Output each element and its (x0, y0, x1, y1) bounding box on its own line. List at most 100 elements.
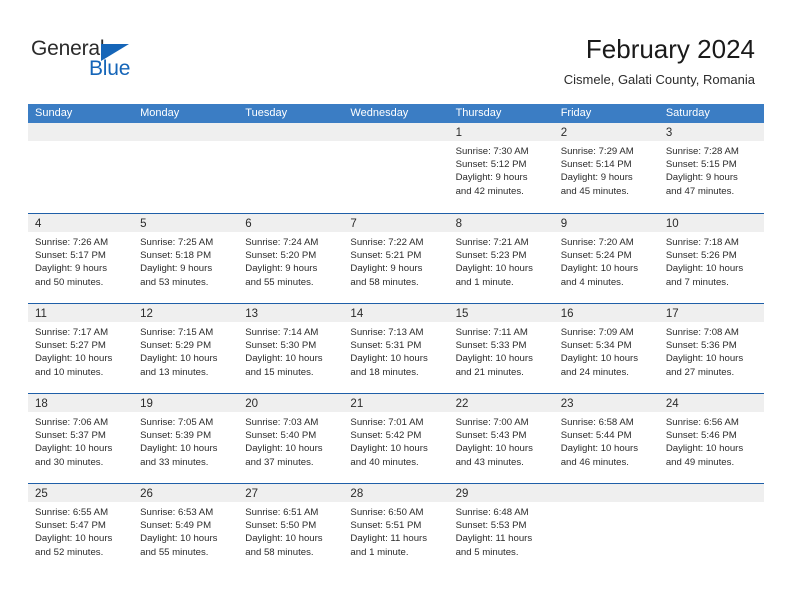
calendar-day-cell[interactable]: 15 Sunrise: 7:11 AM Sunset: 5:33 PM Dayligh… (448, 304, 554, 393)
calendar-day-cell[interactable]: 27 Sunrise: 6:51 AM Sunset: 5:50 PM Dayligh… (238, 484, 344, 573)
sunset-text: Sunset: 5:30 PM (245, 340, 317, 352)
day-number-strip: 6 (238, 214, 344, 232)
daylight-text-line1: Daylight: 9 hours (560, 172, 633, 184)
daylight-text-line1: Daylight: 10 hours (455, 443, 533, 455)
day-number: 15 (455, 308, 469, 320)
day-details: Sunrise: 7:21 AM Sunset: 5:23 PM Daylight:… (449, 232, 554, 289)
sunset-text: Sunset: 5:24 PM (560, 250, 632, 262)
daylight-text-line1: Daylight: 9 hours (350, 263, 423, 275)
calendar-day-cell[interactable]: 12 Sunrise: 7:15 AM Sunset: 5:29 PM Dayligh… (133, 304, 239, 393)
calendar-day-cell[interactable]: 8 Sunrise: 7:21 AM Sunset: 5:23 PM Daylight… (448, 214, 554, 303)
daylight-text-line2: and 52 minutes. (35, 546, 104, 558)
calendar-day-cell[interactable]: 18 Sunrise: 7:06 AM Sunset: 5:37 PM Dayligh… (28, 394, 134, 483)
daylight-text-line2: and 55 minutes. (245, 276, 314, 288)
day-number: 6 (245, 218, 252, 230)
sunset-text: Sunset: 5:29 PM (140, 340, 212, 352)
calendar-day-cell[interactable]: 4 Sunrise: 7:26 AM Sunset: 5:17 PM Daylight… (28, 214, 134, 303)
calendar-weeks: 1 Sunrise: 7:30 AM Sunset: 5:12 PM Daylight… (28, 123, 764, 573)
calendar-day-cell[interactable]: 6 Sunrise: 7:24 AM Sunset: 5:20 PM Daylight… (238, 214, 344, 303)
sunset-text: Sunset: 5:42 PM (350, 430, 422, 442)
daylight-text-line2: and 46 minutes. (560, 456, 629, 468)
sunset-text: Sunset: 5:37 PM (35, 430, 106, 442)
daylight-text-line1: Daylight: 10 hours (140, 533, 218, 545)
calendar-day-cell[interactable]: 16 Sunrise: 7:09 AM Sunset: 5:34 PM Dayligh… (553, 304, 659, 393)
sunset-text: Sunset: 5:50 PM (245, 520, 317, 532)
calendar-day-cell[interactable]: 1 Sunrise: 7:30 AM Sunset: 5:12 PM Daylight… (448, 123, 554, 213)
weekday-header-saturday: Saturday (665, 107, 710, 119)
daylight-text-line1: Daylight: 10 hours (560, 443, 639, 455)
calendar-day-cell[interactable]: 29 Sunrise: 6:48 AM Sunset: 5:53 PM Dayligh… (448, 484, 554, 573)
sunrise-text: Sunrise: 7:21 AM (455, 237, 529, 248)
day-number: 2 (560, 127, 568, 139)
daylight-text-line2: and 58 minutes. (245, 546, 314, 558)
calendar-day-cell[interactable]: 14 Sunrise: 7:13 AM Sunset: 5:31 PM Dayligh… (343, 304, 449, 393)
sunrise-text: Sunrise: 7:15 AM (140, 327, 214, 338)
calendar-day-cell[interactable]: 9 Sunrise: 7:20 AM Sunset: 5:24 PM Daylight… (553, 214, 659, 303)
day-number-strip: 12 (133, 304, 239, 322)
day-details: Sunrise: 6:58 AM Sunset: 5:44 PM Daylight:… (554, 412, 659, 469)
daylight-text-line2: and 37 minutes. (245, 456, 314, 468)
day-number: 26 (140, 488, 153, 500)
day-details: Sunrise: 7:03 AM Sunset: 5:40 PM Daylight:… (238, 412, 343, 469)
sunset-text: Sunset: 5:47 PM (35, 520, 106, 532)
calendar-day-cell[interactable]: 28 Sunrise: 6:50 AM Sunset: 5:51 PM Dayligh… (343, 484, 449, 573)
daylight-text-line1: Daylight: 10 hours (665, 443, 744, 455)
day-number: 19 (140, 398, 153, 410)
calendar-day-cell-empty (28, 123, 134, 213)
day-number-strip: 23 (553, 394, 659, 412)
sunset-text: Sunset: 5:17 PM (35, 250, 106, 262)
daylight-text-line1: Daylight: 10 hours (350, 353, 428, 365)
daylight-text-line2: and 1 minute. (455, 276, 514, 288)
calendar-day-cell-empty (553, 484, 659, 573)
calendar-day-cell[interactable]: 10 Sunrise: 7:18 AM Sunset: 5:26 PM Dayligh… (658, 214, 764, 303)
day-number-strip (238, 123, 344, 141)
title-block: February 2024 Cismele, Galati County, Ro… (564, 33, 755, 89)
calendar-day-cell[interactable]: 26 Sunrise: 6:53 AM Sunset: 5:49 PM Dayligh… (133, 484, 239, 573)
day-details: Sunrise: 7:30 AM Sunset: 5:12 PM Daylight:… (449, 141, 554, 198)
sunrise-text: Sunrise: 7:14 AM (245, 327, 319, 338)
daylight-text-line1: Daylight: 10 hours (665, 263, 744, 275)
calendar-week-row: 18 Sunrise: 7:06 AM Sunset: 5:37 PM Dayligh… (28, 393, 764, 483)
calendar-day-cell[interactable]: 17 Sunrise: 7:08 AM Sunset: 5:36 PM Dayligh… (658, 304, 764, 393)
calendar-day-cell[interactable]: 25 Sunrise: 6:55 AM Sunset: 5:47 PM Dayligh… (28, 484, 134, 573)
sunset-text: Sunset: 5:46 PM (665, 430, 737, 442)
calendar-day-cell[interactable]: 2 Sunrise: 7:29 AM Sunset: 5:14 PM Daylight… (553, 123, 659, 213)
daylight-text-line2: and 40 minutes. (350, 456, 419, 468)
calendar-grid: Sunday Monday Tuesday Wednesday Thursday… (28, 104, 764, 573)
day-number-strip: 19 (133, 394, 239, 412)
day-number-strip: 25 (28, 484, 134, 502)
daylight-text-line2: and 58 minutes. (350, 276, 419, 288)
calendar-day-cell[interactable]: 21 Sunrise: 7:01 AM Sunset: 5:42 PM Dayligh… (343, 394, 449, 483)
calendar-day-cell[interactable]: 19 Sunrise: 7:05 AM Sunset: 5:39 PM Dayligh… (133, 394, 239, 483)
day-number: 5 (140, 218, 147, 230)
day-number-strip: 14 (343, 304, 449, 322)
calendar-day-cell[interactable]: 5 Sunrise: 7:25 AM Sunset: 5:18 PM Daylight… (133, 214, 239, 303)
day-details: Sunrise: 6:56 AM Sunset: 5:46 PM Daylight:… (659, 412, 764, 469)
sunset-text: Sunset: 5:20 PM (245, 250, 317, 262)
sunset-text: Sunset: 5:49 PM (140, 520, 212, 532)
daylight-text-line1: Daylight: 10 hours (455, 263, 533, 275)
weekday-header-sunday: Sunday (35, 107, 73, 119)
sunset-text: Sunset: 5:15 PM (665, 159, 737, 171)
calendar-day-cell[interactable]: 3 Sunrise: 7:28 AM Sunset: 5:15 PM Daylight… (658, 123, 764, 213)
calendar-day-cell[interactable]: 13 Sunrise: 7:14 AM Sunset: 5:30 PM Dayligh… (238, 304, 344, 393)
day-number: 18 (35, 398, 48, 410)
calendar-week-row: 4 Sunrise: 7:26 AM Sunset: 5:17 PM Daylight… (28, 213, 764, 303)
calendar-day-cell[interactable]: 22 Sunrise: 7:00 AM Sunset: 5:43 PM Dayligh… (448, 394, 554, 483)
day-number-strip: 21 (343, 394, 449, 412)
calendar-day-cell[interactable]: 11 Sunrise: 7:17 AM Sunset: 5:27 PM Dayligh… (28, 304, 134, 393)
calendar-day-cell[interactable]: 7 Sunrise: 7:22 AM Sunset: 5:21 PM Daylight… (343, 214, 449, 303)
page-subtitle: Cismele, Galati County, Romania (563, 72, 755, 87)
calendar-day-cell[interactable]: 20 Sunrise: 7:03 AM Sunset: 5:40 PM Dayligh… (238, 394, 344, 483)
daylight-text-line1: Daylight: 10 hours (245, 533, 323, 545)
calendar-day-cell[interactable]: 23 Sunrise: 6:58 AM Sunset: 5:44 PM Dayligh… (553, 394, 659, 483)
day-details: Sunrise: 7:14 AM Sunset: 5:30 PM Daylight:… (238, 322, 343, 379)
day-number-strip (133, 123, 239, 141)
day-details: Sunrise: 7:09 AM Sunset: 5:34 PM Daylight:… (554, 322, 659, 379)
calendar-day-cell[interactable]: 24 Sunrise: 6:56 AM Sunset: 5:46 PM Dayligh… (658, 394, 764, 483)
sunrise-text: Sunrise: 7:13 AM (350, 327, 424, 338)
calendar-week-row: 11 Sunrise: 7:17 AM Sunset: 5:27 PM Dayligh… (28, 303, 764, 393)
day-details: Sunrise: 7:28 AM Sunset: 5:15 PM Daylight:… (659, 141, 764, 198)
sunset-text: Sunset: 5:43 PM (455, 430, 527, 442)
weekday-header-thursday: Thursday (455, 107, 502, 119)
